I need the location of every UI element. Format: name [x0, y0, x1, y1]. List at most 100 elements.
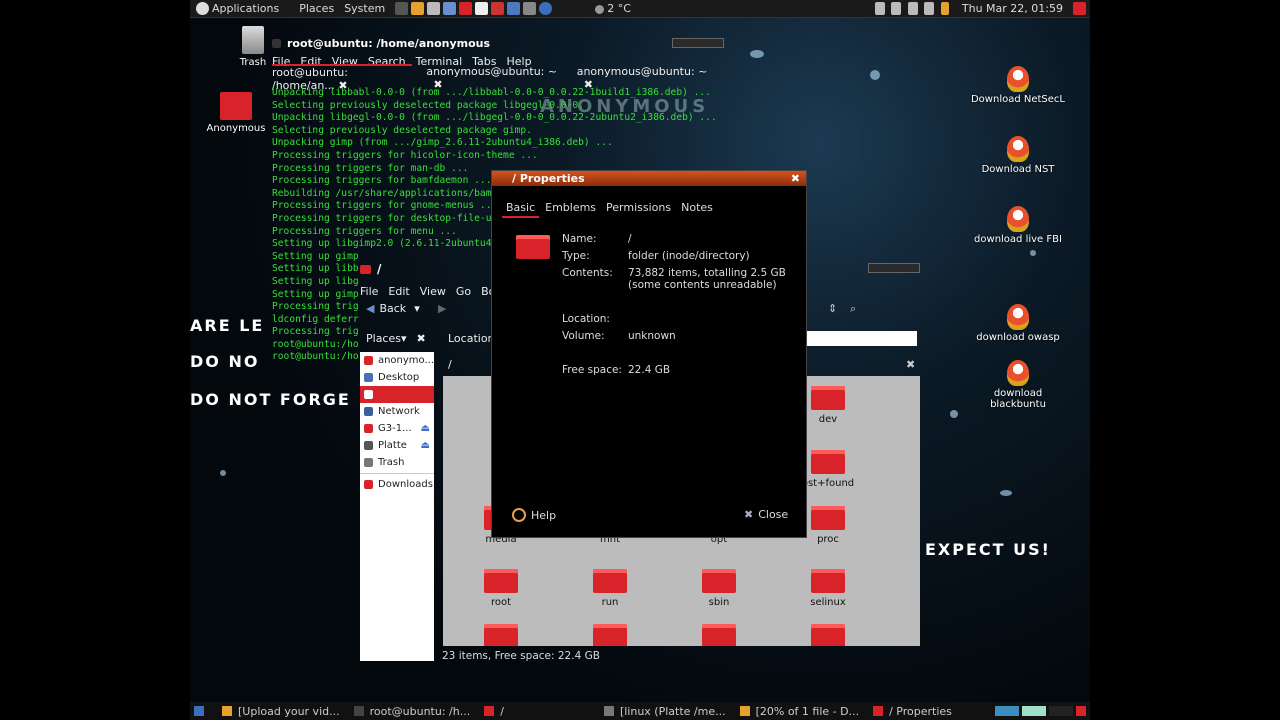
places-dropdown[interactable]: Places ▾ ✖ — [366, 332, 426, 345]
places-menu[interactable]: Places — [299, 2, 334, 15]
workspace-icon[interactable] — [1049, 706, 1073, 716]
fm-menu-view[interactable]: View — [420, 285, 446, 298]
sidebar-item-downloads[interactable]: Downloads — [360, 476, 434, 493]
files-launcher-icon[interactable] — [427, 2, 441, 15]
applications-menu-label: Applications — [212, 1, 280, 15]
desktop-icon-download-blackbuntu[interactable]: download blackbuntu — [970, 360, 1066, 410]
show-desktop-button[interactable] — [194, 706, 210, 716]
tab-emblems[interactable]: Emblems — [541, 199, 600, 218]
prop-value: unknown — [628, 330, 676, 342]
back-button[interactable]: ◀ Back ▾ — [366, 302, 420, 315]
sidebar-item-desktop[interactable]: Desktop — [360, 369, 434, 386]
fm-menu-edit[interactable]: Edit — [388, 285, 409, 298]
location-input[interactable] — [805, 331, 917, 346]
terminal-titlebar[interactable]: root@ubuntu: /home/anonymous — [272, 33, 727, 53]
sidebar-item-platte[interactable]: Platte ⏏ — [360, 437, 434, 454]
taskbar-item[interactable]: / — [484, 705, 504, 718]
folder-item[interactable]: sbin — [684, 569, 754, 608]
folder-item[interactable]: root — [466, 569, 536, 608]
status-bar: 23 items, Free space: 22.4 GB — [442, 650, 600, 662]
terminal-launcher-icon[interactable] — [395, 2, 409, 15]
taskbar-item[interactable]: / Properties — [873, 705, 952, 718]
help-button[interactable]: Help — [512, 508, 556, 522]
tab-notes[interactable]: Notes — [677, 199, 717, 218]
eject-icon[interactable]: ⏏ — [421, 440, 430, 451]
desktop-icon-download-owasp[interactable]: download owasp — [970, 304, 1066, 343]
close-icon[interactable]: ✖ — [906, 358, 915, 371]
close-icon[interactable]: ✖ — [417, 332, 426, 345]
desktop-icon-download-netsecl[interactable]: Download NetSecL — [970, 66, 1066, 105]
desktop-icon-download-nst[interactable]: Download NST — [970, 136, 1066, 175]
desktop-icon-anonymous[interactable]: Anonymous — [204, 92, 268, 134]
sidebar-item-network[interactable]: Network — [360, 403, 434, 420]
top-panel: Applications Places System 2 °C Thu Mar … — [190, 0, 1090, 18]
weather-icon — [595, 4, 605, 14]
properties-dialog[interactable]: / Properties ✖ Basic Emblems Permissions… — [491, 170, 807, 538]
folder-item[interactable] — [466, 624, 536, 646]
search-icon[interactable] — [891, 2, 902, 16]
mail-launcher-icon[interactable] — [475, 2, 489, 15]
close-button[interactable]: ✖ Close — [744, 508, 788, 521]
sidebar-item-home[interactable]: anonymo... — [360, 352, 434, 369]
taskbar-item[interactable]: root@ubuntu: /h... — [353, 705, 470, 718]
system-menu[interactable]: System — [344, 2, 385, 15]
app-launcher-icon[interactable] — [491, 2, 505, 15]
taskbar-item[interactable]: [20% of 1 file - D... — [739, 705, 859, 718]
properties-titlebar[interactable]: / Properties ✖ — [492, 171, 806, 186]
window-controls[interactable] — [672, 38, 724, 48]
taskbar-item[interactable]: [linux (Platte /me... — [603, 705, 726, 718]
folder-item[interactable] — [575, 624, 645, 646]
window-controls[interactable] — [868, 263, 920, 273]
vlc-icon — [739, 706, 750, 716]
tab-permissions[interactable]: Permissions — [602, 199, 675, 218]
folder-item[interactable] — [793, 624, 863, 646]
trash-applet-icon[interactable] — [1076, 706, 1086, 716]
chromium-launcher-icon[interactable] — [539, 2, 553, 15]
prop-value[interactable]: / — [628, 233, 632, 245]
battery-icon[interactable] — [940, 2, 949, 16]
taskbar-item[interactable]: [Upload your vid... — [222, 705, 340, 718]
desktop-icon-trash[interactable]: Trash — [235, 26, 271, 68]
folder-icon — [484, 569, 518, 593]
volume-icon[interactable] — [924, 2, 935, 16]
vlc-launcher-icon[interactable] — [411, 2, 425, 15]
network-icon[interactable] — [874, 2, 885, 16]
folder-label: proc — [817, 534, 839, 545]
app-launcher-icon[interactable] — [459, 2, 473, 15]
weather-indicator[interactable]: 2 °C — [595, 2, 641, 15]
folder-icon — [484, 624, 518, 646]
search-icon[interactable]: ⌕ — [850, 302, 856, 316]
tab-basic[interactable]: Basic — [502, 199, 540, 218]
prop-label: Volume: — [562, 330, 605, 342]
session-icon[interactable] — [1073, 2, 1086, 15]
workspace-icon[interactable] — [995, 706, 1019, 716]
forward-arrow-icon[interactable]: ▶ — [438, 302, 446, 315]
prop-label: Free space: — [562, 364, 622, 376]
folder-item[interactable] — [684, 624, 754, 646]
sidebar-item-g3[interactable]: G3-1... ⏏ — [360, 420, 434, 437]
browser-launcher-icon[interactable] — [443, 2, 457, 15]
clock[interactable]: Thu Mar 22, 01:59 — [962, 2, 1063, 15]
app-launcher-icon[interactable] — [507, 2, 521, 15]
eject-icon[interactable]: ⏏ — [421, 423, 430, 434]
places-label: Places — [366, 332, 401, 345]
fm-menu-file[interactable]: File — [360, 285, 378, 298]
terminal-icon — [353, 706, 364, 716]
microphone-icon[interactable] — [907, 2, 918, 16]
prop-value: (some contents unreadable) — [628, 279, 777, 291]
wallpaper-text: DO NO — [190, 352, 260, 371]
fm-menu-go[interactable]: Go — [456, 285, 471, 298]
folder-item[interactable]: selinux — [793, 569, 863, 608]
sidebar-item-trash[interactable]: Trash — [360, 454, 434, 471]
workspace-switcher[interactable] — [995, 706, 1086, 716]
location-label: Location — [448, 332, 495, 345]
folder-item[interactable]: run — [575, 569, 645, 608]
applications-menu[interactable]: Applications — [196, 2, 289, 16]
workspace-icon[interactable] — [1022, 706, 1046, 716]
tools-launcher-icon[interactable] — [523, 2, 537, 15]
sort-arrows-icon[interactable]: ⇕ — [828, 302, 837, 315]
folder-icon — [811, 386, 845, 410]
sidebar-item-filesystem[interactable] — [360, 386, 434, 403]
close-icon[interactable]: ✖ — [791, 172, 800, 185]
desktop-icon-download-live-fbi[interactable]: download live FBI — [970, 206, 1066, 245]
